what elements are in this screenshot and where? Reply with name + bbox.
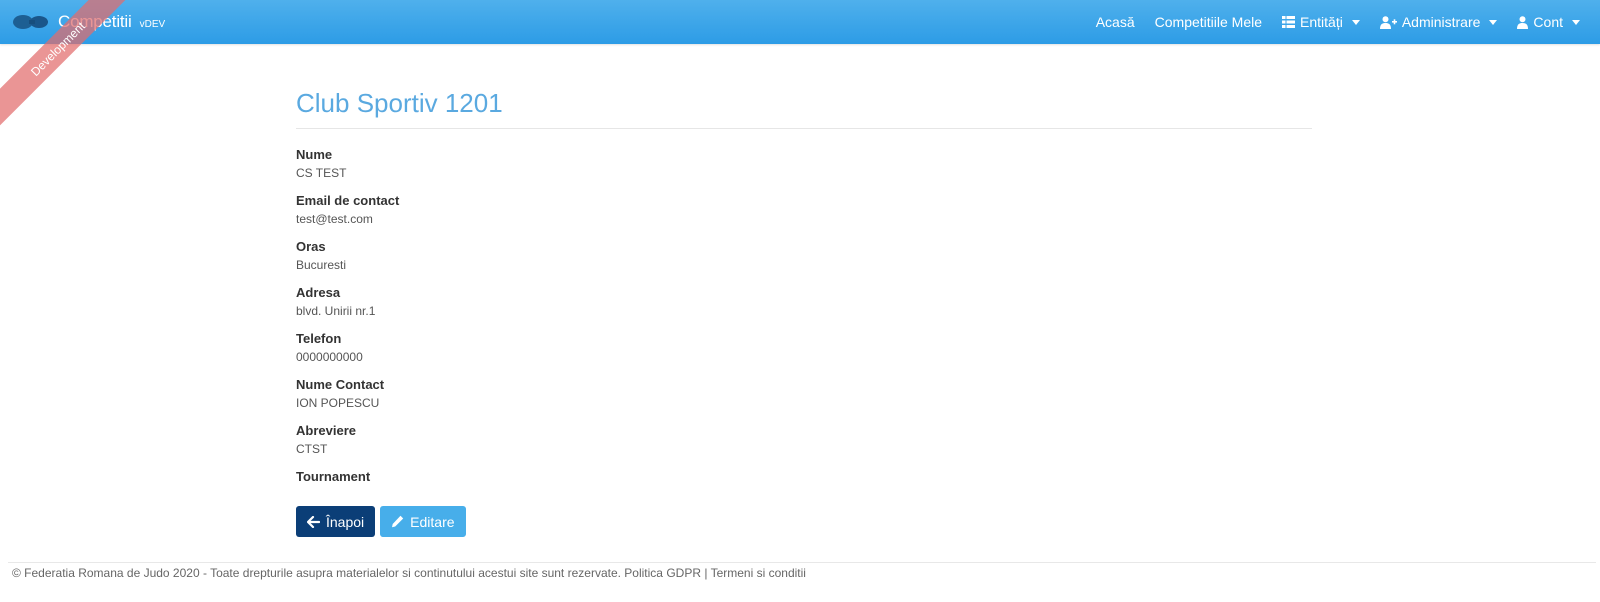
page-title: Club Sportiv 1201 (296, 88, 503, 118)
nav-home[interactable]: Acasă (1086, 14, 1145, 30)
nav-home-label: Acasă (1095, 14, 1135, 30)
brand[interactable]: Competitii vDEV (12, 0, 165, 44)
nav-account-label: Cont (1533, 14, 1563, 30)
chevron-down-icon (1572, 19, 1580, 25)
user-icon (1517, 15, 1529, 29)
field-tournament: Tournament (296, 467, 1312, 486)
footer: © Federatia Romana de Judo 2020 - Toate … (12, 566, 806, 580)
field-value: ION POPESCU (296, 396, 380, 410)
judo-logo-icon (13, 15, 48, 29)
nav-account-dropdown[interactable]: Cont (1507, 14, 1590, 30)
user-plus-icon (1379, 15, 1397, 29)
field-label: Tournament (296, 469, 371, 484)
field-label: Email de contact (296, 193, 400, 208)
back-button-label: Înapoi (326, 513, 365, 530)
top-navbar: Competitii vDEV Acasă Competitiile Mele … (0, 0, 1600, 44)
field-label: Nume Contact (296, 377, 385, 392)
field-city: Oras Bucuresti (296, 237, 1312, 275)
nav-administration-dropdown[interactable]: Administrare (1370, 14, 1508, 30)
nav-my-competitions-label: Competitiile Mele (1154, 14, 1263, 30)
chevron-down-icon (1351, 19, 1360, 25)
field-value: blvd. Unirii nr.1 (296, 304, 376, 318)
field-value: CS TEST (296, 166, 347, 180)
nav-entities-dropdown[interactable]: Entități (1272, 14, 1370, 30)
field-value: test@test.com (296, 212, 373, 226)
field-label: Telefon (296, 331, 342, 346)
field-name: Nume CS TEST (296, 145, 1312, 183)
main-content: Club Sportiv 1201 Nume CS TEST Email de … (296, 44, 1312, 494)
field-label: Oras (296, 239, 326, 254)
title-divider (296, 128, 1312, 129)
pencil-icon (392, 515, 404, 528)
edit-button-label: Editare (410, 513, 455, 530)
field-label: Abreviere (296, 423, 356, 438)
brand-name: Competitii (58, 12, 132, 31)
field-address: Adresa blvd. Unirii nr.1 (296, 283, 1312, 321)
table-icon (1282, 16, 1296, 28)
nav-entities-label: Entități (1300, 14, 1343, 30)
field-contact-name: Nume Contact ION POPESCU (296, 375, 1312, 413)
field-abbreviation: Abreviere CTST (296, 421, 1312, 459)
details-list: Nume CS TEST Email de contact test@test.… (296, 145, 1312, 486)
field-value: CTST (296, 442, 328, 456)
field-phone: Telefon 0000000000 (296, 329, 1312, 367)
field-email: Email de contact test@test.com (296, 191, 1312, 229)
footer-copyright: © Federatia Romana de Judo 2020 - Toate … (12, 566, 621, 580)
edit-button[interactable]: Editare (380, 506, 466, 537)
gdpr-link[interactable]: Politica GDPR (624, 566, 701, 580)
field-label: Nume (296, 147, 333, 162)
nav-my-competitions[interactable]: Competitiile Mele (1145, 14, 1272, 30)
terms-link[interactable]: Termeni si conditii (711, 566, 806, 580)
nav-menu: Acasă Competitiile Mele Entități Adminis… (1086, 0, 1590, 44)
nav-administration-label: Administrare (1401, 14, 1481, 30)
arrow-left-icon (307, 515, 320, 528)
action-buttons: Înapoi Editare (296, 506, 466, 537)
field-value: Bucuresti (296, 258, 347, 272)
chevron-down-icon (1489, 19, 1498, 25)
back-button[interactable]: Înapoi (296, 506, 376, 537)
footer-divider (8, 562, 1596, 563)
field-value: 0000000000 (296, 350, 363, 364)
footer-separator: | (704, 566, 708, 580)
field-label: Adresa (296, 285, 341, 300)
brand-version: vDEV (139, 18, 166, 30)
